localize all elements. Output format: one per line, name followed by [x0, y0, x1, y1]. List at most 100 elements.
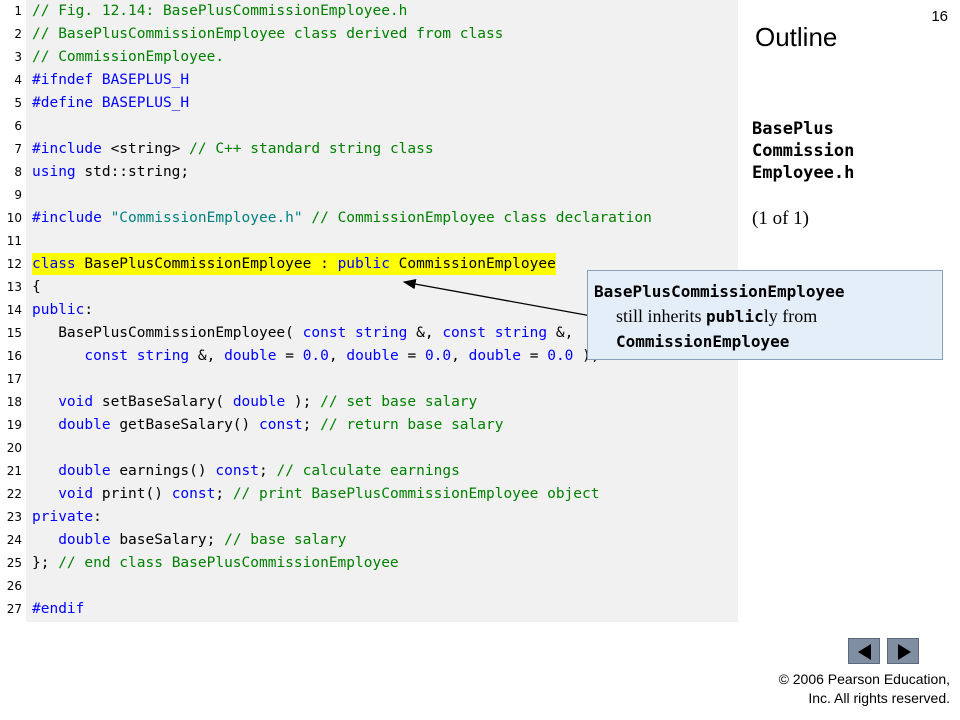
code-token: ); — [285, 394, 321, 410]
code-token: 0.0 — [302, 348, 329, 364]
code-token: , — [451, 348, 469, 364]
code-token: // CommissionEmployee class declaration — [311, 210, 652, 226]
code-token: BasePlusCommissionEmployee( — [32, 325, 303, 341]
line-number: 14 — [6, 303, 22, 317]
code-token: }; — [32, 555, 59, 571]
line-number: 19 — [6, 418, 22, 432]
callout-class-name: BasePlusCommissionEmployee — [594, 282, 845, 301]
code-text: void setBaseSalary( double ); // set bas… — [32, 391, 477, 413]
code-text: private: — [32, 506, 102, 528]
code-token: <string> — [101, 141, 190, 157]
next-slide-button[interactable] — [887, 638, 919, 664]
side-title-line: BasePlus — [752, 119, 834, 139]
code-text: // CommissionEmployee. — [32, 46, 224, 68]
code-line: 23 private: — [0, 506, 738, 528]
line-number: 17 — [6, 372, 22, 386]
code-token: public — [337, 256, 390, 272]
code-text: #include "CommissionEmployee.h" // Commi… — [32, 207, 652, 229]
code-token: // calculate earnings — [276, 463, 460, 479]
line-number: 27 — [6, 602, 22, 616]
line-number: 4 — [14, 73, 22, 87]
previous-slide-button[interactable] — [848, 638, 880, 664]
code-line: 19 double getBaseSalary() const; // retu… — [0, 414, 738, 436]
code-text: }; // end class BasePlusCommissionEmploy… — [32, 552, 399, 574]
page-number: 16 — [931, 8, 948, 25]
code-token: double — [346, 348, 399, 364]
code-token: = — [276, 348, 303, 364]
code-line: 26 — [0, 575, 738, 597]
code-text: #include <string> // C++ standard string… — [32, 138, 434, 160]
code-text: double baseSalary; // base salary — [32, 529, 346, 551]
code-line: 6 — [0, 115, 738, 137]
code-line: 5 #define BASEPLUS_H — [0, 92, 738, 114]
code-token: baseSalary; — [110, 532, 225, 548]
code-text: const string &, double = 0.0, double = 0… — [32, 345, 599, 367]
line-number: 18 — [6, 395, 22, 409]
line-number: 23 — [6, 510, 22, 524]
code-token: const — [442, 325, 486, 341]
line-number: 7 — [14, 142, 22, 156]
side-file-title: BasePlus Commission Employee.h — [752, 118, 854, 184]
code-text: void print() const; // print BasePlusCom… — [32, 483, 599, 505]
line-number: 16 — [6, 349, 22, 363]
code-token: = — [398, 348, 425, 364]
code-token: BasePlusCommissionEmployee : — [75, 256, 338, 272]
code-line: 24 double baseSalary; // base salary — [0, 529, 738, 551]
code-token: // BasePlusCommissionEmployee class deri… — [32, 26, 504, 42]
code-token: #include — [32, 210, 102, 226]
copyright-notice: © 2006 Pearson Education, Inc. All right… — [779, 670, 950, 708]
code-line: 10 #include "CommissionEmployee.h" // Com… — [0, 207, 738, 229]
code-text: double getBaseSalary() const; // return … — [32, 414, 503, 436]
callout-text: still inherits — [616, 306, 706, 326]
code-line: 9 — [0, 184, 738, 206]
code-token: = — [521, 348, 548, 364]
side-title-line: Employee.h — [752, 163, 855, 183]
code-token: const — [259, 417, 303, 433]
code-token: double — [224, 348, 277, 364]
code-text: #ifndef BASEPLUS_H — [32, 69, 189, 91]
copyright-line: Inc. All rights reserved. — [808, 690, 950, 706]
line-number: 13 — [6, 280, 22, 294]
line-number: 5 — [14, 96, 22, 110]
code-text: // BasePlusCommissionEmployee class deri… — [32, 23, 503, 45]
code-line: 1 // Fig. 12.14: BasePlusCommissionEmploy… — [0, 0, 738, 22]
code-token: const — [302, 325, 347, 341]
code-line: 2 // BasePlusCommissionEmployee class der… — [0, 23, 738, 45]
line-number: 26 — [6, 579, 22, 593]
side-page-indicator: (1 of 1) — [752, 208, 809, 229]
line-number: 6 — [14, 119, 22, 133]
code-token: void — [58, 394, 94, 410]
triangle-left-icon — [858, 644, 871, 660]
code-token: ; — [302, 417, 321, 433]
code-token: #ifndef — [32, 72, 94, 88]
code-line: 25}; // end class BasePlusCommissionEmpl… — [0, 552, 738, 574]
code-token: void — [58, 486, 94, 502]
code-token: double — [468, 348, 522, 364]
code-token: &, — [547, 325, 574, 341]
callout-keyword: public — [706, 307, 764, 326]
code-text: double earnings() const; // calculate ea… — [32, 460, 460, 482]
line-number: 10 — [6, 211, 22, 225]
code-text: public: — [32, 299, 93, 321]
code-token: &, — [189, 348, 225, 364]
code-token: // set base salary — [320, 394, 478, 410]
line-number: 9 — [14, 188, 22, 202]
line-number: 20 — [6, 441, 22, 455]
code-line: 21 double earnings() const; // calculate… — [0, 460, 738, 482]
code-token: ; — [259, 463, 277, 479]
code-token: string — [355, 325, 408, 341]
triangle-right-icon — [898, 644, 911, 660]
code-text: #endif — [32, 598, 84, 620]
code-token: 0.0 — [424, 348, 452, 364]
code-token: "CommissionEmployee.h" — [110, 210, 303, 226]
code-token: const — [171, 486, 216, 502]
code-token: // base salary — [224, 532, 347, 548]
